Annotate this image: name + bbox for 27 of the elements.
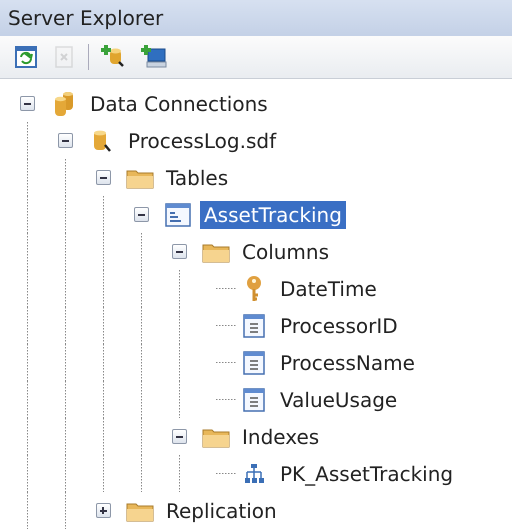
key-icon xyxy=(245,274,263,302)
expand-toggle[interactable] xyxy=(96,170,110,185)
tree-item[interactable]: Tables xyxy=(162,164,232,192)
table-icon xyxy=(165,202,191,226)
tree-item[interactable]: ProcessName xyxy=(276,348,419,376)
tree-item[interactable]: Data Connections xyxy=(86,90,272,118)
tree-item[interactable]: PK_AssetTracking xyxy=(276,460,458,488)
tree-item[interactable]: AssetTracking xyxy=(200,200,346,228)
expand-toggle[interactable] xyxy=(172,429,186,444)
column-icon xyxy=(243,314,265,338)
tree-item[interactable]: ValueUsage xyxy=(276,386,402,414)
index-icon xyxy=(243,462,265,484)
tree-item[interactable]: ProcessorID xyxy=(276,312,402,340)
column-icon xyxy=(243,350,265,374)
tree-item[interactable]: Columns xyxy=(238,238,334,266)
expand-toggle[interactable] xyxy=(58,133,72,148)
refresh-button[interactable] xyxy=(12,43,40,71)
expand-toggle[interactable] xyxy=(96,503,110,518)
column-icon xyxy=(243,388,265,412)
tree-item[interactable]: DateTime xyxy=(276,274,381,302)
expand-toggle[interactable] xyxy=(172,244,186,259)
tree-item[interactable]: Indexes xyxy=(238,422,324,450)
expand-toggle[interactable] xyxy=(134,207,148,222)
tree-item[interactable]: ProcessLog.sdf xyxy=(124,126,280,154)
expand-toggle[interactable] xyxy=(20,96,34,111)
tree-item[interactable]: Replication xyxy=(162,496,281,524)
panel-title: Server Explorer xyxy=(0,0,512,36)
